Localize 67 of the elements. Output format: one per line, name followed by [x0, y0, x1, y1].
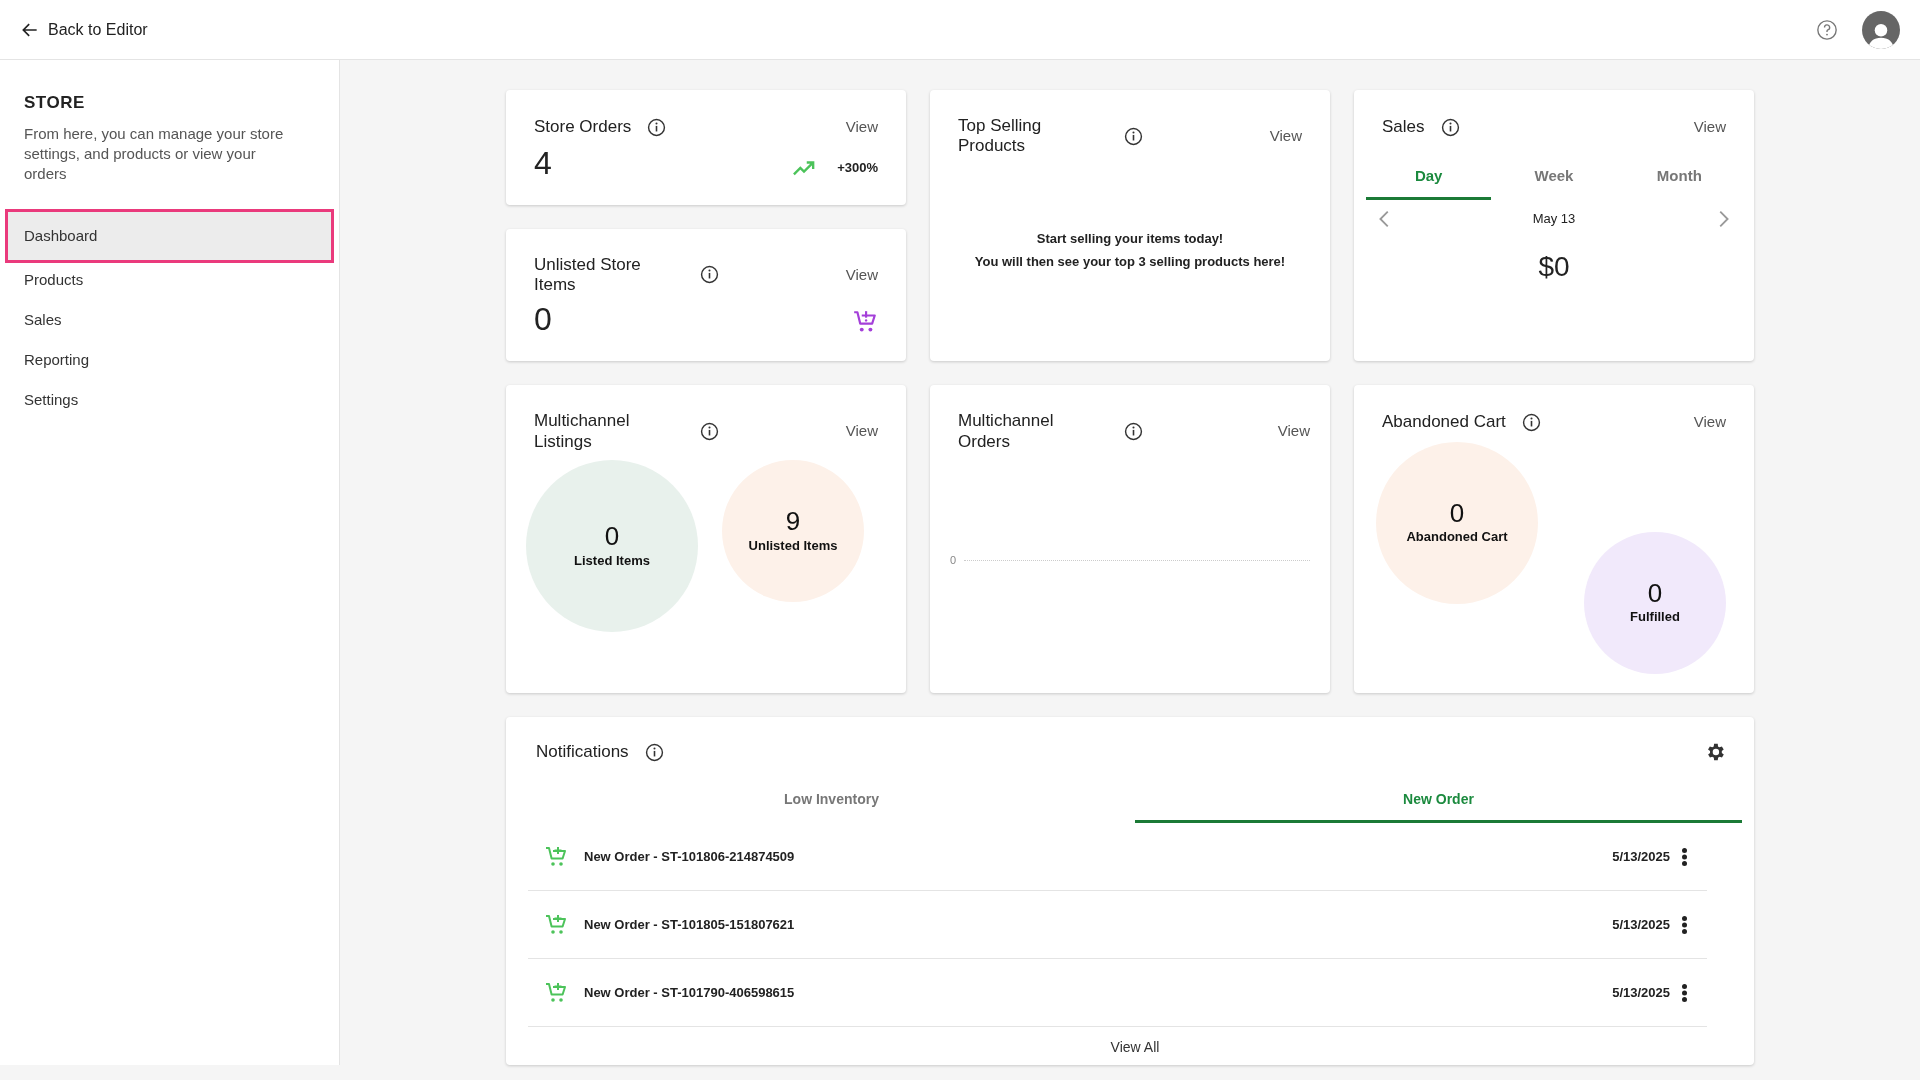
bubble-label: Listed Items	[574, 551, 650, 570]
change-percent: +300%	[837, 158, 878, 177]
view-link[interactable]: View	[845, 116, 878, 139]
date-label: May 13	[1532, 210, 1576, 229]
card-title: Multichannel Orders	[958, 411, 1055, 453]
card-title: Top Selling Products	[958, 116, 1043, 157]
notification-date: 5/13/2025	[1612, 984, 1670, 1003]
sidebar-item[interactable]: Settings	[8, 380, 331, 421]
info-icon[interactable]	[1124, 126, 1143, 146]
notification-text: New Order - ST-101806-214874509	[584, 848, 796, 867]
info-icon[interactable]	[647, 117, 667, 137]
view-link[interactable]: View	[1277, 420, 1310, 443]
card-title: Store Orders	[534, 117, 632, 138]
notification-tab[interactable]: New Order	[1135, 779, 1742, 824]
info-icon[interactable]	[1124, 422, 1143, 442]
kebab-menu-icon	[1682, 983, 1687, 1002]
cart-plus-icon	[544, 844, 568, 869]
period-tab[interactable]: Day	[1366, 154, 1492, 200]
kebab-menu-icon	[1682, 915, 1687, 934]
sidebar-item[interactable]: Reporting	[8, 340, 331, 381]
bubble-value: 9	[785, 507, 801, 536]
card-title: Multichannel Listings	[534, 411, 631, 453]
notification-date: 5/13/2025	[1612, 848, 1670, 867]
sidebar-title: STORE	[23, 92, 86, 114]
notification-text: New Order - ST-101790-406598615	[584, 984, 796, 1003]
info-icon[interactable]	[1521, 413, 1541, 432]
user-avatar[interactable]	[1862, 10, 1900, 49]
bubble-label: Fulfilled	[1630, 608, 1680, 627]
cart-plus-icon	[544, 912, 568, 937]
sidebar-description: From here, you can manage your store settings, and products or view your orders	[23, 123, 285, 184]
card-title: Notifications	[536, 742, 629, 763]
card-title: Sales	[1382, 117, 1425, 138]
sales-amount: $0	[1538, 251, 1570, 282]
period-tab[interactable]: Week	[1491, 154, 1617, 200]
kebab-menu-icon	[1682, 847, 1687, 866]
period-tab[interactable]: Month	[1616, 154, 1742, 200]
back-link[interactable]: Back to Editor	[20, 17, 148, 42]
sidebar-item[interactable]: Dashboard	[8, 212, 331, 261]
notification-date: 5/13/2025	[1612, 916, 1670, 935]
bubble-value: 0	[1449, 498, 1465, 528]
sidebar-item[interactable]: Products	[8, 260, 331, 301]
bubble-value: 0	[604, 522, 620, 551]
view-all-link[interactable]: View All	[1104, 1036, 1166, 1060]
sidebar-item[interactable]: Sales	[8, 300, 331, 341]
info-icon[interactable]	[700, 422, 719, 442]
bubble-label: Abandoned Cart	[1406, 528, 1508, 547]
stat-value: 4	[534, 146, 552, 179]
empty-message: Start selling your items today!	[1035, 229, 1225, 248]
card-title: Abandoned Cart	[1382, 412, 1506, 433]
help-icon[interactable]	[1816, 18, 1838, 41]
notification-text: New Order - ST-101805-151807621	[584, 916, 796, 935]
view-link[interactable]: View	[845, 263, 878, 287]
empty-message: You will then see your top 3 selling products here!	[973, 253, 1287, 272]
card-title: Unlisted Store Items	[534, 254, 642, 296]
notification-tab[interactable]: Low Inventory	[528, 779, 1135, 824]
bubble-label: Unlisted Items	[748, 536, 838, 555]
info-icon[interactable]	[1440, 117, 1460, 137]
bubble-value: 0	[1647, 578, 1663, 608]
view-link[interactable]: View	[1269, 125, 1302, 148]
axis-tick-label: 0	[950, 553, 957, 569]
cart-plus-icon	[544, 980, 568, 1005]
stat-value: 0	[534, 303, 552, 336]
view-link[interactable]: View	[1693, 116, 1726, 139]
view-link[interactable]: View	[845, 420, 878, 443]
info-icon[interactable]	[700, 265, 719, 285]
info-icon[interactable]	[644, 742, 664, 762]
view-link[interactable]: View	[1693, 411, 1726, 434]
